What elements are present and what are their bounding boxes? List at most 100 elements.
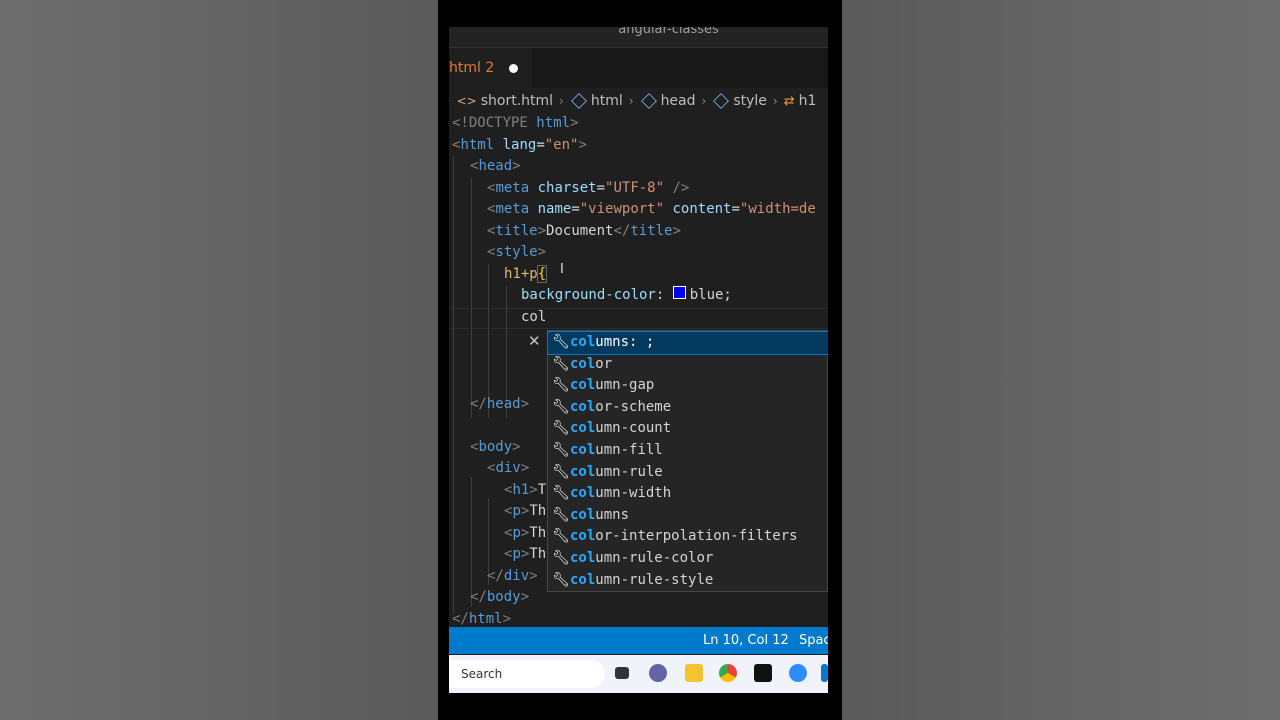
- code-line: h1+p{: [504, 264, 548, 283]
- wrench-icon: 🔧︎: [552, 506, 570, 523]
- task-view-icon[interactable]: [615, 667, 629, 679]
- vscode-icon[interactable]: [821, 664, 828, 682]
- background-right: [842, 0, 1280, 720]
- indentation-setting[interactable]: Spac: [799, 627, 828, 654]
- file-explorer-icon[interactable]: [685, 664, 703, 682]
- wrench-icon: 🔧︎: [552, 442, 570, 458]
- mouse-cursor-icon: I: [560, 262, 564, 277]
- suggestion-label: or: [595, 355, 613, 372]
- suggestion-match: col: [570, 334, 596, 350]
- close-icon[interactable]: ✕: [528, 332, 541, 350]
- window-title: angular-classes: [618, 27, 719, 37]
- chevron-right-icon: ›: [559, 94, 564, 108]
- taskbar: Search: [449, 655, 828, 693]
- code-line: <html lang="en">: [452, 136, 587, 153]
- element-cube-icon: [570, 93, 587, 109]
- suggestion-match: col: [570, 506, 596, 523]
- breadcrumb-item[interactable]: html: [591, 93, 623, 109]
- code-line: <p>Th: [504, 503, 547, 519]
- chevron-right-icon: ›: [449, 93, 451, 109]
- code-line: <!DOCTYPE html>: [452, 115, 579, 131]
- code-line: background-color: blue;: [521, 286, 732, 303]
- selector-icon: ⇄: [783, 93, 795, 109]
- suggestion-item[interactable]: 🔧︎column-rule: [548, 462, 828, 484]
- tab-label: html 2: [449, 60, 495, 76]
- suggestion-item[interactable]: 🔧︎columns: [548, 505, 828, 527]
- autocomplete-popup: 🔧︎columns: ; 🔧︎color 🔧︎column-gap 🔧︎color-s…: [547, 330, 828, 592]
- wrench-icon: 🔧︎: [552, 334, 570, 350]
- wrench-icon: 🔧︎: [552, 571, 570, 588]
- wrench-icon: 🔧︎: [552, 463, 570, 480]
- suggestion-label: umns: ;: [595, 334, 655, 350]
- suggestion-item[interactable]: 🔧︎color-scheme: [548, 397, 828, 419]
- wrench-icon: 🔧︎: [552, 355, 570, 372]
- code-line: <head>: [470, 158, 521, 174]
- code-line: <div>: [487, 460, 530, 476]
- chevron-right-icon: ›: [628, 94, 634, 108]
- suggestion-item[interactable]: 🔧︎column-rule-color: [548, 548, 828, 570]
- color-swatch[interactable]: [672, 286, 686, 299]
- chevron-right-icon: ›: [772, 94, 778, 108]
- indent-guide: [453, 156, 454, 613]
- suggestion-label: umn-rule: [595, 463, 663, 480]
- element-cube-icon: [640, 93, 657, 109]
- breadcrumb-item[interactable]: short.html: [481, 93, 553, 109]
- suggestion-item[interactable]: 🔧︎column-width: [548, 483, 828, 505]
- code-line: <p>Th: [504, 546, 547, 562]
- wrench-icon: 🔧︎: [552, 398, 570, 415]
- wrench-icon: 🔧︎: [552, 377, 570, 394]
- chevron-right-icon: ›: [701, 94, 707, 108]
- cursor-position[interactable]: Ln 10, Col 12: [703, 627, 789, 654]
- chrome-icon[interactable]: [719, 664, 737, 682]
- element-cube-icon: [713, 93, 730, 109]
- suggestion-label: umn-width: [595, 485, 672, 502]
- wrench-icon: 🔧︎: [552, 528, 570, 545]
- suggestion-label: umn-fill: [595, 442, 663, 458]
- suggestion-label: or-scheme: [595, 398, 672, 415]
- suggestion-label: umn-count: [595, 420, 672, 437]
- code-line-current: col: [521, 309, 547, 325]
- suggestion-item[interactable]: 🔧︎columns: ;: [547, 331, 828, 355]
- suggestion-label: or-interpolation-filters: [595, 528, 798, 545]
- breadcrumb-item[interactable]: head: [661, 93, 696, 109]
- tab-short-html[interactable]: html 2: [449, 48, 533, 88]
- teams-icon[interactable]: [649, 664, 667, 682]
- wrench-icon: 🔧︎: [552, 485, 570, 502]
- suggestion-match: col: [570, 463, 596, 480]
- suggestion-item[interactable]: 🔧︎color: [548, 354, 828, 376]
- suggestion-match: col: [570, 377, 596, 394]
- editor-window: angular-classes html 2 › <> short.html ›…: [449, 27, 828, 693]
- suggestion-label: umn-rule-color: [595, 550, 714, 566]
- suggestion-match: col: [570, 528, 596, 545]
- wrench-icon: 🔧︎: [552, 420, 570, 437]
- breadcrumb: › <> short.html › html › head › style › …: [449, 88, 828, 114]
- breadcrumb-item[interactable]: style: [733, 93, 767, 109]
- breadcrumb-item[interactable]: h1: [799, 93, 817, 109]
- unsaved-dot-icon[interactable]: [509, 63, 519, 73]
- suggestion-match: col: [570, 550, 596, 566]
- suggestion-item[interactable]: 🔧︎color-interpolation-filters: [548, 526, 828, 548]
- suggestion-item[interactable]: 🔧︎column-fill: [548, 440, 828, 462]
- suggestion-item[interactable]: 🔧︎column-gap: [548, 375, 828, 397]
- code-line: <meta charset="UTF-8" />: [487, 179, 690, 196]
- suggestion-item[interactable]: 🔧︎column-count: [548, 418, 828, 440]
- zoom-icon[interactable]: [789, 664, 807, 682]
- html-file-icon: <>: [456, 94, 477, 108]
- background-left: [0, 0, 438, 720]
- suggestion-item[interactable]: 🔧︎column-rule-style: [548, 570, 828, 592]
- code-line: </div>: [487, 567, 538, 584]
- wrench-icon: 🔧︎: [552, 550, 570, 566]
- code-line: <meta name="viewport" content="width=de: [487, 201, 816, 217]
- suggestion-match: col: [570, 355, 596, 372]
- suggestion-match: col: [570, 485, 596, 502]
- code-line: <title>Document</title>: [487, 222, 681, 239]
- taskbar-search-input[interactable]: Search: [449, 660, 605, 688]
- suggestion-match: col: [570, 420, 596, 437]
- terminal-app-icon[interactable]: [754, 664, 772, 682]
- status-bar: Ln 10, Col 12 Spac: [449, 627, 828, 654]
- tab-bar: html 2: [449, 48, 828, 88]
- code-line: <h1>T: [504, 481, 547, 498]
- code-line: <style>: [487, 244, 547, 260]
- code-line: </body>: [470, 589, 530, 605]
- suggestion-label: umns: [595, 506, 630, 523]
